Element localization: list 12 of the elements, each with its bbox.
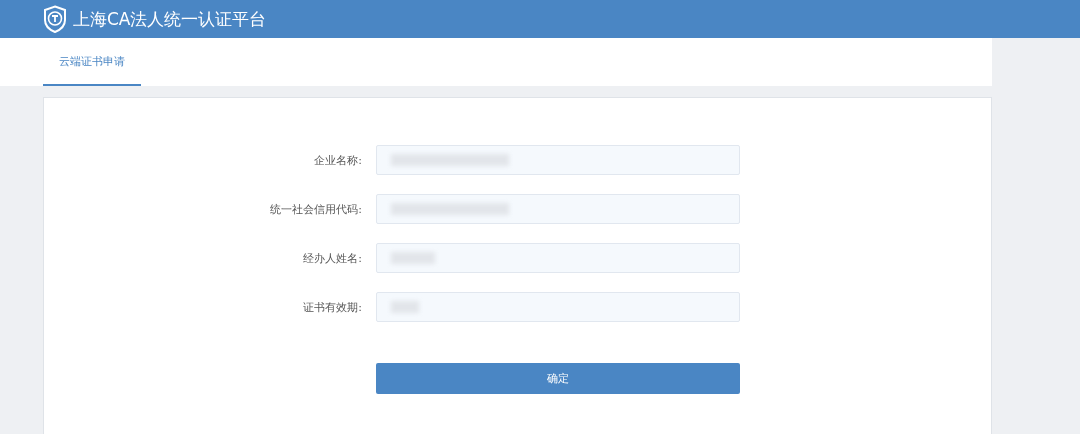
field-label: 经办人姓名: — [302, 250, 363, 266]
input-field[interactable] — [376, 292, 740, 322]
field-label: 证书有效期: — [302, 299, 363, 315]
field-label: 统一社会信用代码: — [269, 201, 363, 217]
platform-title: 上海CA法人统一认证平台 — [73, 7, 267, 31]
input-field[interactable] — [376, 194, 740, 224]
field-label: 企业名称: — [313, 152, 363, 168]
shield-logo-icon — [43, 5, 67, 33]
input-field[interactable] — [376, 145, 740, 175]
tab[interactable]: 云端证书申请 — [43, 38, 141, 86]
confirm-button[interactable]: 确定 — [376, 363, 740, 394]
input-field[interactable] — [376, 243, 740, 273]
